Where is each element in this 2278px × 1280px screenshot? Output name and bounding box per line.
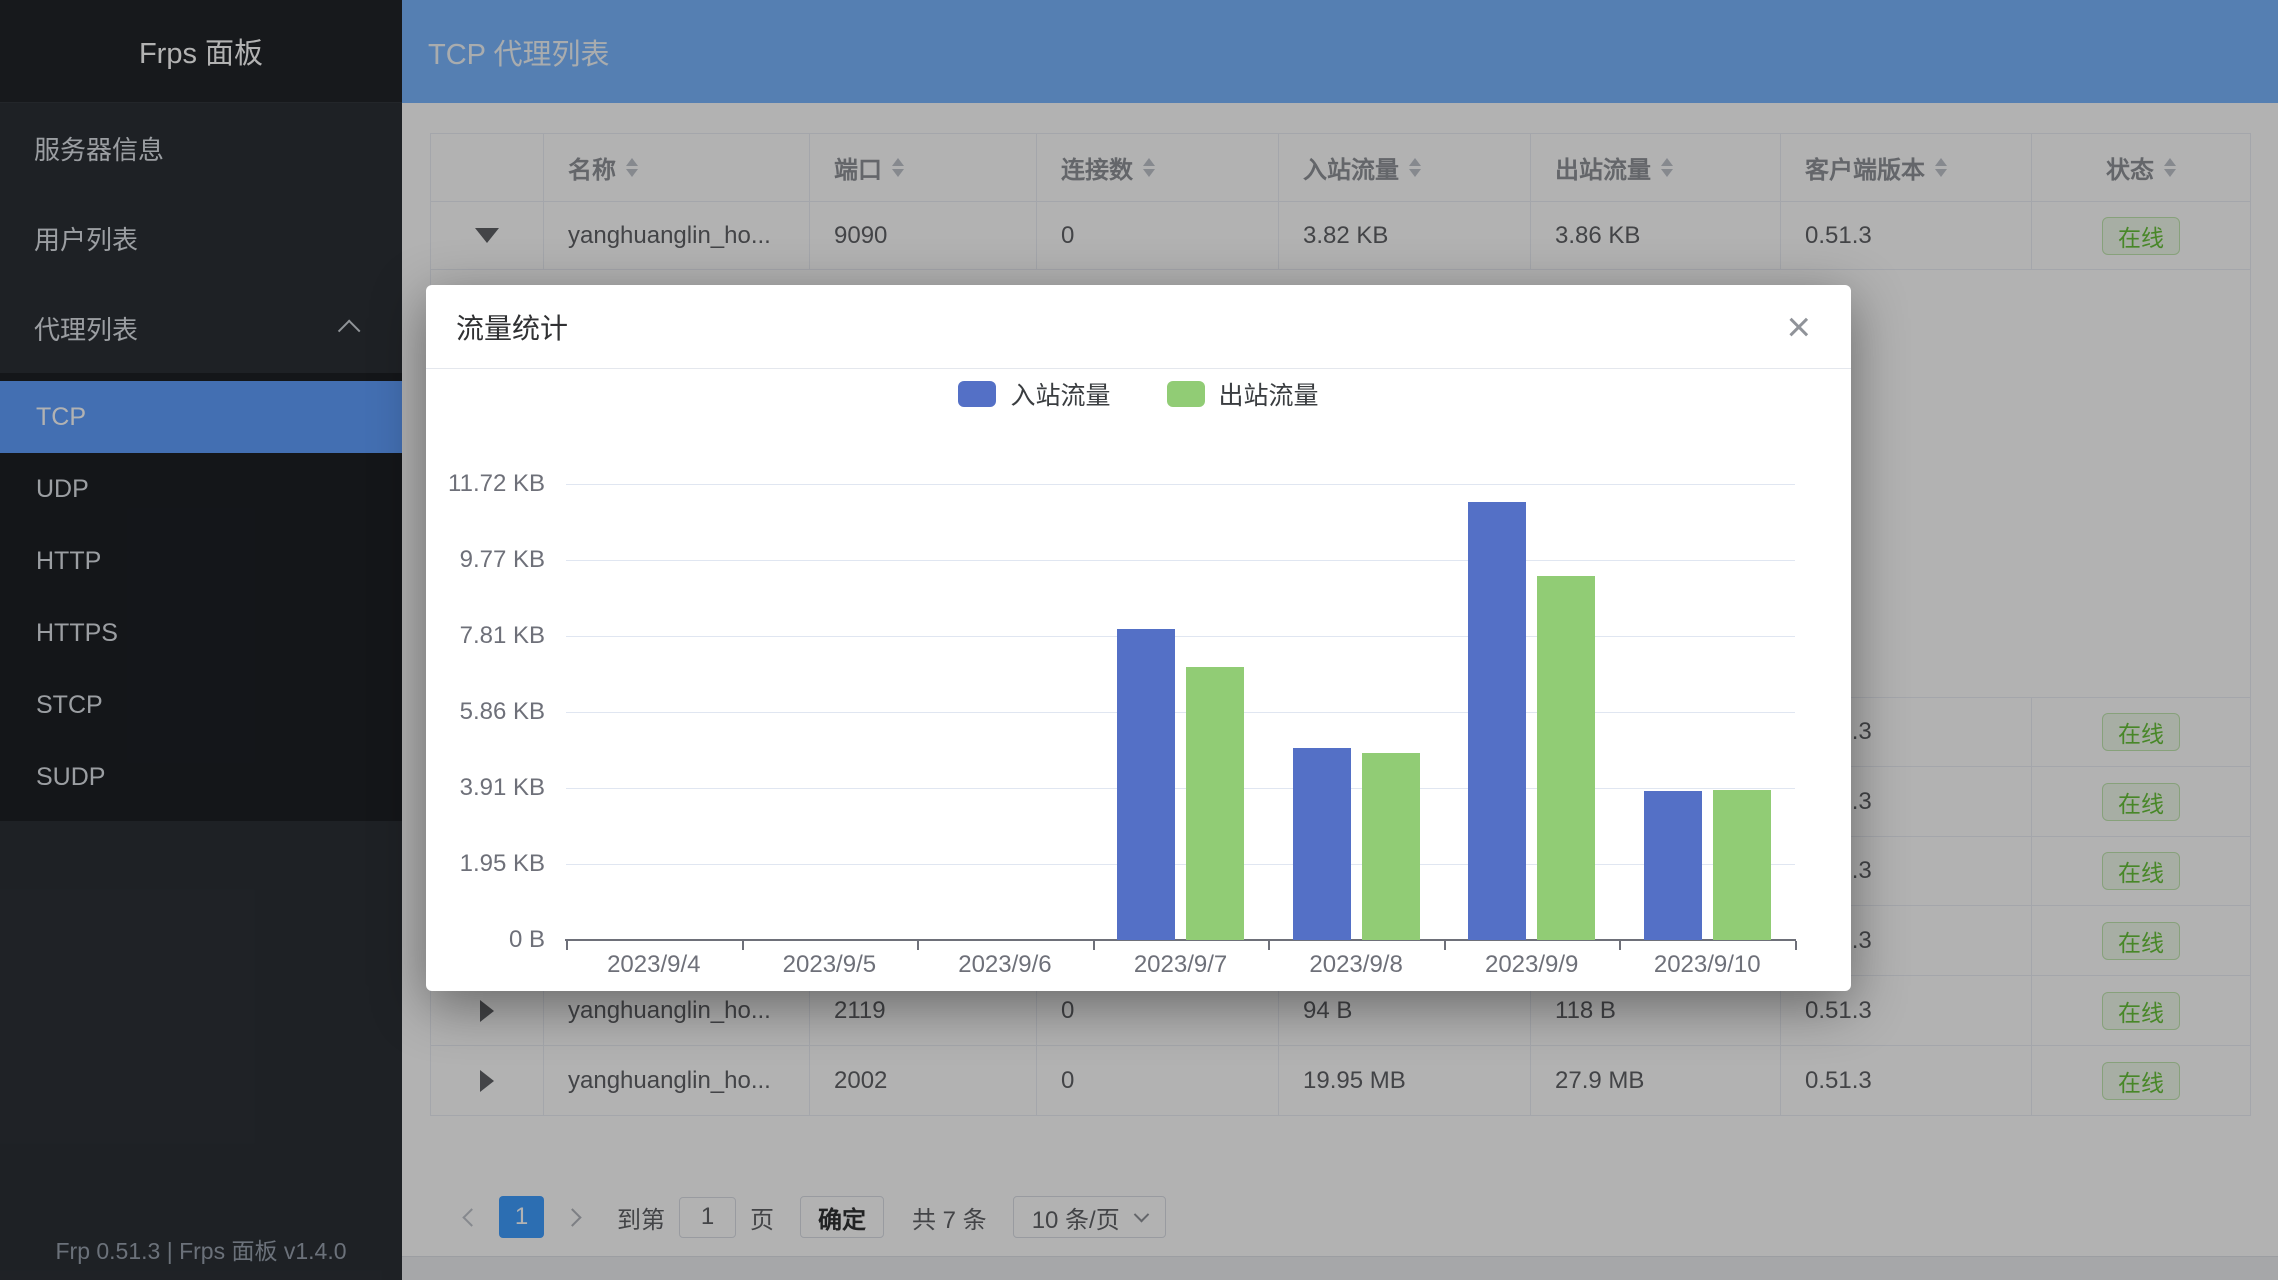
bar-group (1444, 484, 1620, 940)
bar-group (917, 484, 1093, 940)
x-axis-tick (917, 941, 919, 950)
y-axis-tick-label: 1.95 KB (426, 849, 545, 879)
x-axis-tick (1268, 941, 1270, 950)
chart-legend: 入站流量 出站流量 (426, 373, 1851, 415)
x-axis-tick-label: 2023/9/9 (1444, 951, 1620, 979)
inbound-swatch-icon (958, 381, 996, 407)
bar-group (566, 484, 742, 940)
x-axis-tick (1093, 941, 1095, 950)
bar (1537, 576, 1595, 940)
x-axis-tick (1619, 941, 1621, 950)
x-axis-tick-label: 2023/9/10 (1619, 951, 1795, 979)
legend-entry-outbound[interactable]: 出站流量 (1167, 376, 1319, 412)
y-axis-tick-label: 9.77 KB (426, 545, 545, 575)
bar-group (742, 484, 918, 940)
bar (1293, 748, 1351, 940)
x-axis-tick-label: 2023/9/7 (1093, 951, 1269, 979)
legend-entry-inbound[interactable]: 入站流量 (958, 376, 1110, 412)
close-icon[interactable]: × (1786, 306, 1811, 348)
chart-plot (566, 484, 1795, 940)
bar (1186, 667, 1244, 940)
x-axis-tick-label: 2023/9/5 (742, 951, 918, 979)
x-axis-tick (742, 941, 744, 950)
x-axis-tick-label: 2023/9/8 (1268, 951, 1444, 979)
bar (1362, 753, 1420, 940)
x-axis-tick (1795, 941, 1797, 950)
x-axis-tick (566, 941, 568, 950)
modal-header: 流量统计 × (426, 285, 1851, 369)
bar (1117, 629, 1175, 940)
y-axis-tick-label: 5.86 KB (426, 697, 545, 727)
x-axis-labels: 2023/9/42023/9/52023/9/62023/9/72023/9/8… (566, 951, 1795, 979)
bar-group (1093, 484, 1269, 940)
x-axis-tick-label: 2023/9/6 (917, 951, 1093, 979)
modal-title: 流量统计 (456, 307, 568, 347)
outbound-swatch-icon (1167, 381, 1205, 407)
bar-group (1619, 484, 1795, 940)
bar-group (1268, 484, 1444, 940)
bar (1713, 790, 1771, 940)
x-axis-tick-label: 2023/9/4 (566, 951, 742, 979)
y-axis-tick-label: 0 B (426, 925, 545, 955)
bar (1644, 791, 1702, 940)
y-axis-tick-label: 11.72 KB (426, 469, 545, 499)
traffic-modal: 流量统计 × 入站流量 出站流量 0 B 1.95 KB 3.91 KB 5.86 K… (426, 285, 1851, 991)
bar (1468, 502, 1526, 940)
y-axis-tick-label: 7.81 KB (426, 621, 545, 651)
y-axis-tick-label: 3.91 KB (426, 773, 545, 803)
x-axis-tick (1444, 941, 1446, 950)
